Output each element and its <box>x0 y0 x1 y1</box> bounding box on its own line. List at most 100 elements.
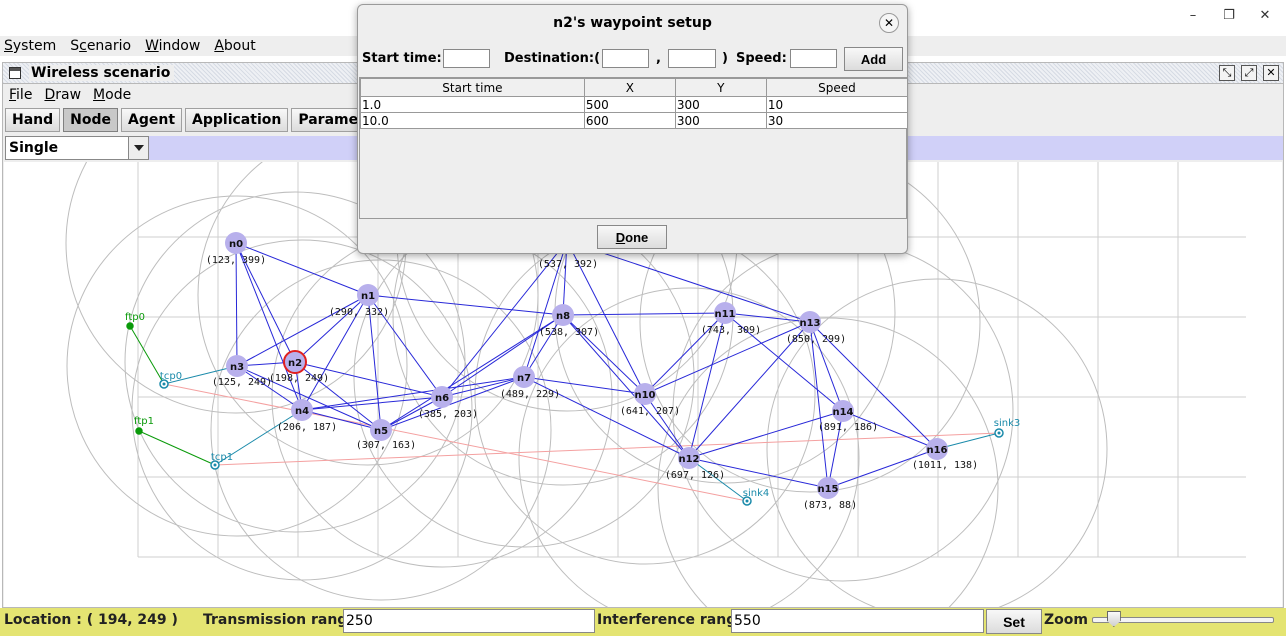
table-row[interactable]: 10.0 600 300 30 <box>360 112 909 129</box>
status-bar: Location : ( 194, 249 ) Transmission ran… <box>0 608 1286 636</box>
node-label: n4 <box>295 406 309 417</box>
node-label: n5 <box>374 426 388 437</box>
link-line <box>688 410 844 459</box>
node-coordinate: (641, 207) <box>620 406 680 417</box>
waypoint-input-row: Start time: Destination:( , ) Speed: Add <box>362 47 906 71</box>
interference-range-label: Interference range <box>597 612 746 628</box>
destination-x-input[interactable] <box>602 49 649 68</box>
waypoint-table: Start time X Y Speed 1.0 500 300 10 10.0 <box>359 77 909 219</box>
node-coordinate: (290, 332) <box>329 307 389 318</box>
cell-start-time[interactable]: 1.0 <box>360 96 585 113</box>
menu-scenario-mnemonic: c <box>79 38 87 54</box>
menu-draw-mnemonic: D <box>44 87 56 103</box>
menu-mode-mnemonic: M <box>93 87 106 103</box>
column-start-time[interactable]: Start time <box>360 78 585 97</box>
agent-label: tcp0 <box>160 371 182 382</box>
agent-dot <box>997 431 1001 435</box>
zoom-label: Zoom <box>1044 612 1088 628</box>
set-button[interactable]: Set <box>986 609 1042 634</box>
dialog-close-icon[interactable]: ✕ <box>879 13 899 33</box>
menu-system-mnemonic: S <box>4 38 13 54</box>
transmission-range-label: Transmission range <box>203 612 357 628</box>
maximize-icon[interactable]: ⤢ <box>1241 65 1257 81</box>
link-line <box>367 294 564 316</box>
agent-dot <box>162 382 166 386</box>
destination-y-input[interactable] <box>668 49 716 68</box>
tool-hand-button[interactable]: Hand <box>5 108 61 132</box>
add-waypoint-button[interactable]: Add <box>844 47 903 71</box>
node-links <box>235 240 938 489</box>
cell-y[interactable]: 300 <box>674 112 767 129</box>
speed-input[interactable] <box>790 49 837 68</box>
node-coordinate: (873, 88) <box>803 500 857 511</box>
agent-label: ftp0 <box>125 312 145 323</box>
node-label: n15 <box>817 484 838 495</box>
node-label: n13 <box>799 318 820 329</box>
close-icon[interactable]: ✕ <box>1258 8 1272 23</box>
destination-close-paren: ) <box>722 51 728 66</box>
cell-x[interactable]: 600 <box>583 112 676 129</box>
node-label: n0 <box>229 239 243 250</box>
tool-application-button[interactable]: Application <box>185 108 289 132</box>
window-controls: – ❐ ✕ <box>1186 8 1272 23</box>
node-coordinate: (489, 229) <box>500 389 560 400</box>
menu-draw[interactable]: Draw <box>44 85 81 105</box>
node-coordinate: (537, 392) <box>538 259 598 270</box>
menu-scenario[interactable]: Scenario <box>70 36 131 56</box>
node-coordinate: (123, 399) <box>206 255 266 266</box>
node-coordinate: (743, 309) <box>701 325 761 336</box>
table-row[interactable]: 1.0 500 300 10 <box>360 96 909 113</box>
cell-start-time[interactable]: 10.0 <box>360 112 585 129</box>
agent-label: sink4 <box>743 488 769 499</box>
iconify-icon[interactable]: ⤡ <box>1219 65 1235 81</box>
node-mode-select[interactable]: Single <box>5 136 149 160</box>
minimize-icon[interactable]: – <box>1186 8 1200 23</box>
speed-label: Speed: <box>736 51 787 66</box>
menu-mode[interactable]: Mode <box>93 85 131 105</box>
node-label: n3 <box>230 362 244 373</box>
frame-window-icon <box>9 67 21 79</box>
chevron-down-icon[interactable] <box>128 137 148 159</box>
done-button[interactable]: Done <box>597 225 667 249</box>
interference-range-input[interactable] <box>731 609 984 633</box>
cell-speed[interactable]: 10 <box>765 96 909 113</box>
link-line <box>562 312 726 316</box>
column-x[interactable]: X <box>583 78 676 97</box>
node-coordinate: (891, 186) <box>818 422 878 433</box>
node-coordinate: (198, 249) <box>269 373 329 384</box>
menu-window-label: indow <box>158 38 201 54</box>
menu-about[interactable]: About <box>214 36 255 56</box>
agent-dot <box>745 499 749 503</box>
agent-ftp0[interactable] <box>126 322 134 330</box>
menu-about-label: bout <box>223 38 256 54</box>
start-time-input[interactable] <box>443 49 490 68</box>
column-y[interactable]: Y <box>674 78 767 97</box>
tool-agent-button[interactable]: Agent <box>121 108 183 132</box>
node-coordinate: (206, 187) <box>277 422 337 433</box>
node-coordinate: (1011, 138) <box>912 460 978 471</box>
node-label: n7 <box>517 373 531 384</box>
destination-comma: , <box>656 51 661 66</box>
node-coordinate: (385, 203) <box>418 409 478 420</box>
menu-window-mnemonic: W <box>145 38 159 54</box>
menu-system[interactable]: System <box>4 36 56 56</box>
node-label: n2 <box>288 358 302 369</box>
column-speed[interactable]: Speed <box>765 78 909 97</box>
transmission-range-input[interactable] <box>343 609 595 633</box>
cell-speed[interactable]: 30 <box>765 112 909 129</box>
node-coordinate: (850, 299) <box>786 334 846 345</box>
cell-y[interactable]: 300 <box>674 96 767 113</box>
link-line <box>235 242 369 296</box>
menu-file[interactable]: File <box>9 85 32 105</box>
cell-x[interactable]: 500 <box>583 96 676 113</box>
restore-icon[interactable]: ❐ <box>1222 8 1236 23</box>
node-coordinate: (697, 126) <box>665 470 725 481</box>
menu-window[interactable]: Window <box>145 36 200 56</box>
menu-about-mnemonic: A <box>214 38 224 54</box>
agent-ftp1[interactable] <box>135 427 143 435</box>
tool-node-button[interactable]: Node <box>63 108 119 132</box>
node-coordinate: (538, 307) <box>539 327 599 338</box>
frame-close-icon[interactable]: ✕ <box>1263 65 1279 81</box>
menu-draw-label: raw <box>55 87 82 103</box>
zoom-slider-thumb[interactable] <box>1106 611 1121 627</box>
